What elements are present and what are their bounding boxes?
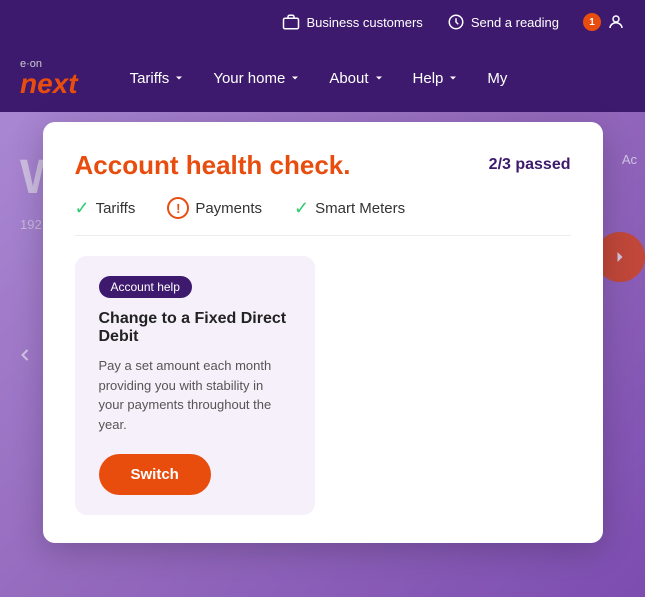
chevron-down-icon (173, 72, 185, 84)
check-icon-smart-meters: ✓ (294, 198, 309, 219)
card-badge: Account help (99, 276, 192, 298)
nav-bar: e·on next Tariffs Your home About Help M… (0, 44, 645, 112)
health-label-payments: Payments (195, 200, 262, 217)
modal-overlay: Account health check. 2/3 passed ✓ Tarif… (0, 112, 645, 597)
logo-next-text: next (20, 68, 78, 99)
chevron-down-icon (289, 72, 301, 84)
business-customers-label: Business customers (306, 15, 422, 30)
health-item-payments: ! Payments (167, 197, 262, 219)
switch-button[interactable]: Switch (99, 454, 211, 495)
card-title: Change to a Fixed Direct Debit (99, 310, 291, 346)
briefcase-icon (282, 13, 300, 31)
card-description: Pay a set amount each month providing yo… (99, 356, 291, 434)
logo[interactable]: e·on next (20, 58, 78, 98)
account-help-card: Account help Change to a Fixed Direct De… (75, 256, 315, 515)
top-bar: Business customers Send a reading 1 (0, 0, 645, 44)
send-reading-link[interactable]: Send a reading (447, 13, 559, 31)
health-item-tariffs: ✓ Tariffs (75, 198, 136, 219)
health-items: ✓ Tariffs ! Payments ✓ Smart Meters (75, 197, 571, 236)
nav-item-about[interactable]: About (317, 62, 396, 95)
warn-icon-payments: ! (167, 197, 189, 219)
modal-passed: 2/3 passed (489, 150, 571, 174)
nav-items: Tariffs Your home About Help My (118, 62, 625, 95)
nav-item-tariffs[interactable]: Tariffs (118, 62, 198, 95)
nav-item-my[interactable]: My (475, 62, 519, 95)
business-customers-link[interactable]: Business customers (282, 13, 422, 31)
meter-icon (447, 13, 465, 31)
modal-title: Account health check. (75, 150, 351, 181)
chevron-down-icon (373, 72, 385, 84)
nav-item-help[interactable]: Help (401, 62, 472, 95)
health-label-tariffs: Tariffs (96, 200, 136, 217)
nav-item-your-home[interactable]: Your home (201, 62, 313, 95)
modal-header: Account health check. 2/3 passed (75, 150, 571, 181)
health-item-smart-meters: ✓ Smart Meters (294, 198, 405, 219)
account-icon (607, 13, 625, 31)
main-content: Wo 192 G Ac Account health check. 2/3 pa… (0, 112, 645, 597)
notification-badge: 1 (583, 13, 601, 31)
health-label-smart-meters: Smart Meters (315, 200, 405, 217)
chevron-down-icon (447, 72, 459, 84)
notification-link[interactable]: 1 (583, 13, 625, 31)
check-icon-tariffs: ✓ (75, 198, 90, 219)
send-reading-label: Send a reading (471, 15, 559, 30)
health-check-modal: Account health check. 2/3 passed ✓ Tarif… (43, 122, 603, 543)
